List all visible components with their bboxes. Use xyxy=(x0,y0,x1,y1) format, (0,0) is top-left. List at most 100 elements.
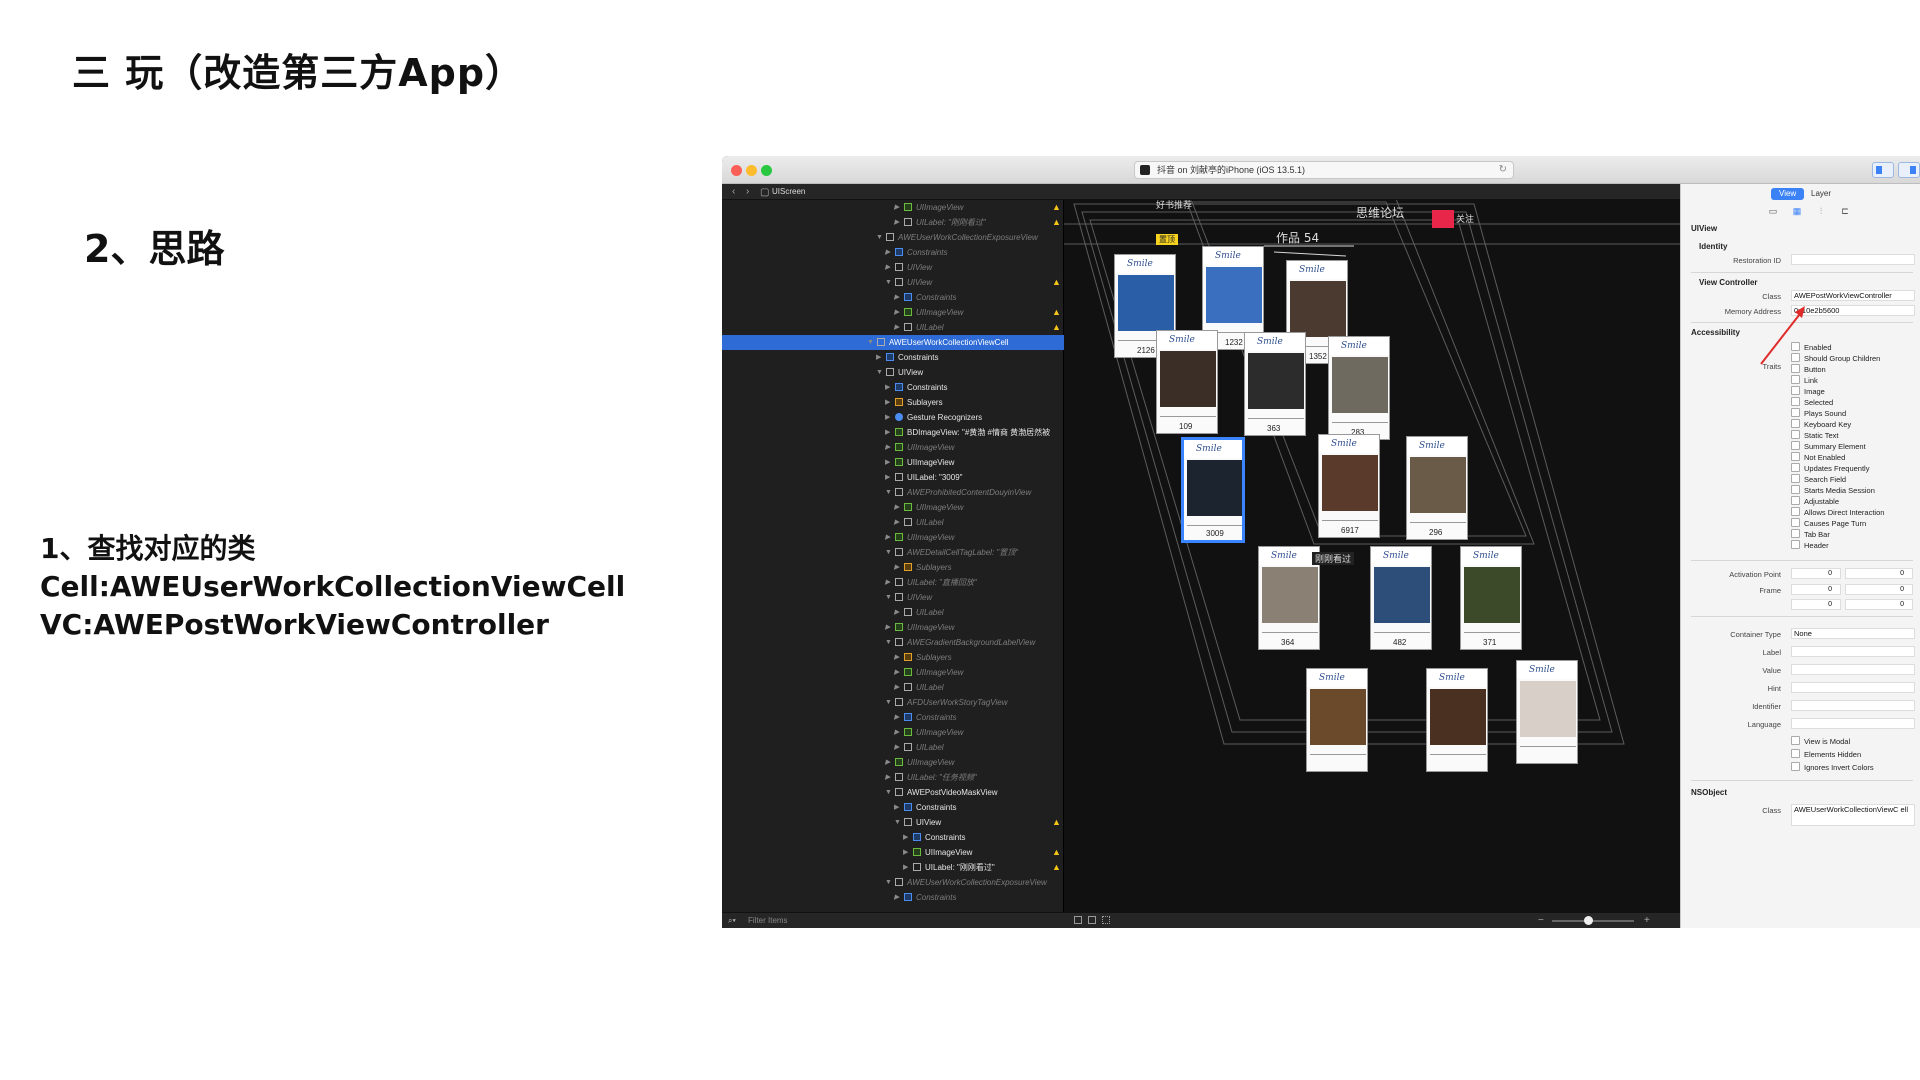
tree-row[interactable]: ▼ UIView ▲ xyxy=(722,815,1064,830)
warning-icon[interactable]: ▲ xyxy=(1052,200,1061,215)
disclosure-open-icon[interactable]: ▼ xyxy=(885,275,893,290)
video-cell-card[interactable]: Smile 364 xyxy=(1258,546,1320,650)
disclosure-closed-icon[interactable]: ▶ xyxy=(885,575,893,590)
disclosure-closed-icon[interactable]: ▶ xyxy=(894,800,902,815)
disclosure-open-icon[interactable]: ▼ xyxy=(885,635,893,650)
zoom-out-icon[interactable]: − xyxy=(1538,913,1544,928)
tree-row[interactable]: ▶ UILabel xyxy=(722,515,1064,530)
tree-row[interactable]: ▶ Sublayers xyxy=(722,560,1064,575)
disclosure-open-icon[interactable]: ▼ xyxy=(894,815,902,830)
tree-row[interactable]: ▶ Constraints xyxy=(722,830,1064,845)
warning-icon[interactable]: ▲ xyxy=(1052,860,1061,875)
toggle-navigator-button[interactable] xyxy=(1872,162,1894,178)
disclosure-closed-icon[interactable]: ▶ xyxy=(894,290,902,305)
activity-viewer[interactable]: 抖音 on 刘献亭的iPhone (iOS 13.5.1) ↻ xyxy=(1134,161,1514,179)
warning-icon[interactable]: ▲ xyxy=(1052,845,1061,860)
video-cell-card[interactable]: Smile 296 xyxy=(1406,436,1468,540)
video-cell-card[interactable]: Smile 3009 xyxy=(1182,438,1244,542)
disclosure-closed-icon[interactable]: ▶ xyxy=(894,320,902,335)
tree-row[interactable]: ▶ Sublayers xyxy=(722,395,1064,410)
tree-row[interactable]: ▶ UILabel: "刚刚看过" ▲ xyxy=(722,215,1064,230)
video-cell-card[interactable]: Smile 283 xyxy=(1328,336,1390,440)
tree-row[interactable]: ▼ AWEGradientBackgroundLabelView xyxy=(722,635,1064,650)
tree-row[interactable]: ▶ Constraints xyxy=(722,380,1064,395)
disclosure-closed-icon[interactable]: ▶ xyxy=(894,650,902,665)
disclosure-closed-icon[interactable]: ▶ xyxy=(894,305,902,320)
disclosure-open-icon[interactable]: ▼ xyxy=(885,485,893,500)
tree-row[interactable]: ▼ UIView xyxy=(722,590,1064,605)
tree-row[interactable]: ▼ AWEProhibitedContentDouyinView xyxy=(722,485,1064,500)
disclosure-closed-icon[interactable]: ▶ xyxy=(885,425,893,440)
tree-row[interactable]: ▶ Sublayers xyxy=(722,650,1064,665)
disclosure-closed-icon[interactable]: ▶ xyxy=(894,890,902,905)
disclosure-closed-icon[interactable]: ▶ xyxy=(885,380,893,395)
disclosure-closed-icon[interactable]: ▶ xyxy=(894,215,902,230)
tree-row[interactable]: ▶ UIImageView xyxy=(722,455,1064,470)
search-icon[interactable]: ⌕▾ xyxy=(728,913,736,928)
video-cell-card[interactable]: Smile xyxy=(1426,668,1488,772)
tree-row[interactable]: ▶ UIImageView ▲ xyxy=(722,845,1064,860)
tree-row[interactable]: ▶ Constraints xyxy=(722,710,1064,725)
tree-row[interactable]: ▶ UILabel: "3009" xyxy=(722,470,1064,485)
disclosure-closed-icon[interactable]: ▶ xyxy=(885,770,893,785)
disclosure-open-icon[interactable]: ▼ xyxy=(885,695,893,710)
tree-row[interactable]: ▼ AWEUserWorkCollectionExposureView xyxy=(722,875,1064,890)
tree-row[interactable]: ▶ UIImageView xyxy=(722,530,1064,545)
zoom-slider[interactable] xyxy=(1552,920,1634,922)
tree-row[interactable]: ▶ UIImageView xyxy=(722,620,1064,635)
zoom-window-button[interactable] xyxy=(761,165,772,176)
tree-row[interactable]: ▶ UILabel xyxy=(722,680,1064,695)
tree-row[interactable]: ▼ AWEUserWorkCollectionViewCell xyxy=(722,335,1064,350)
jump-bar-crumb[interactable]: UIScreen xyxy=(772,184,805,199)
tree-row[interactable]: ▶ UIImageView xyxy=(722,440,1064,455)
disclosure-closed-icon[interactable]: ▶ xyxy=(894,680,902,695)
tree-row[interactable]: ▼ AWEDetailCellTagLabel: "置顶" xyxy=(722,545,1064,560)
tree-row[interactable]: ▶ Constraints xyxy=(722,800,1064,815)
tree-row[interactable]: ▶ Gesture Recognizers xyxy=(722,410,1064,425)
show-constraints-icon[interactable] xyxy=(1088,916,1096,924)
warning-icon[interactable]: ▲ xyxy=(1052,815,1061,830)
warning-icon[interactable]: ▲ xyxy=(1052,215,1061,230)
disclosure-open-icon[interactable]: ▼ xyxy=(876,365,884,380)
disclosure-closed-icon[interactable]: ▶ xyxy=(894,515,902,530)
disclosure-closed-icon[interactable]: ▶ xyxy=(894,740,902,755)
warning-icon[interactable]: ▲ xyxy=(1052,305,1061,320)
tree-row[interactable]: ▶ UILabel: "直播回放" xyxy=(722,575,1064,590)
view-debugger-canvas[interactable]: 思维论坛 作品 54 关注 好书推荐 Smile 2126 Smile 1232 Smi… xyxy=(1064,184,1680,928)
toggle-inspector-button[interactable] xyxy=(1898,162,1920,178)
disclosure-closed-icon[interactable]: ▶ xyxy=(903,830,911,845)
wireframe-icon[interactable] xyxy=(1102,916,1110,924)
disclosure-closed-icon[interactable]: ▶ xyxy=(903,845,911,860)
tree-row[interactable]: ▶ UIImageView ▲ xyxy=(722,200,1064,215)
disclosure-open-icon[interactable]: ▼ xyxy=(885,545,893,560)
video-cell-card[interactable]: Smile 6917 xyxy=(1318,434,1380,538)
show-clipped-icon[interactable] xyxy=(1074,916,1082,924)
forward-arrow-icon[interactable]: › xyxy=(746,184,749,199)
tree-row[interactable]: ▶ UIImageView xyxy=(722,725,1064,740)
tree-row[interactable]: ▶ UIImageView xyxy=(722,755,1064,770)
zoom-slider-thumb[interactable] xyxy=(1584,916,1593,925)
disclosure-closed-icon[interactable]: ▶ xyxy=(885,410,893,425)
minimize-window-button[interactable] xyxy=(746,165,757,176)
tree-row[interactable]: ▶ UILabel: "刚刚看过" ▲ xyxy=(722,860,1064,875)
disclosure-closed-icon[interactable]: ▶ xyxy=(894,665,902,680)
tree-row[interactable]: ▶ UIImageView xyxy=(722,665,1064,680)
disclosure-closed-icon[interactable]: ▶ xyxy=(885,620,893,635)
disclosure-closed-icon[interactable]: ▶ xyxy=(903,860,911,875)
tree-row[interactable]: ▼ AWEPostVideoMaskView xyxy=(722,785,1064,800)
filter-input[interactable]: Filter Items xyxy=(748,913,788,928)
disclosure-open-icon[interactable]: ▼ xyxy=(885,785,893,800)
disclosure-open-icon[interactable]: ▼ xyxy=(867,335,875,350)
video-cell-card[interactable]: Smile xyxy=(1516,660,1578,764)
disclosure-closed-icon[interactable]: ▶ xyxy=(876,350,884,365)
tree-row[interactable]: ▶ UIView xyxy=(722,260,1064,275)
close-window-button[interactable] xyxy=(731,165,742,176)
disclosure-closed-icon[interactable]: ▶ xyxy=(894,500,902,515)
disclosure-open-icon[interactable]: ▼ xyxy=(876,230,884,245)
disclosure-closed-icon[interactable]: ▶ xyxy=(894,560,902,575)
warning-icon[interactable]: ▲ xyxy=(1052,275,1061,290)
tree-row[interactable]: ▶ UIImageView xyxy=(722,500,1064,515)
disclosure-closed-icon[interactable]: ▶ xyxy=(894,605,902,620)
tree-row[interactable]: ▶ Constraints xyxy=(722,890,1064,905)
tree-row[interactable]: ▶ UILabel xyxy=(722,740,1064,755)
